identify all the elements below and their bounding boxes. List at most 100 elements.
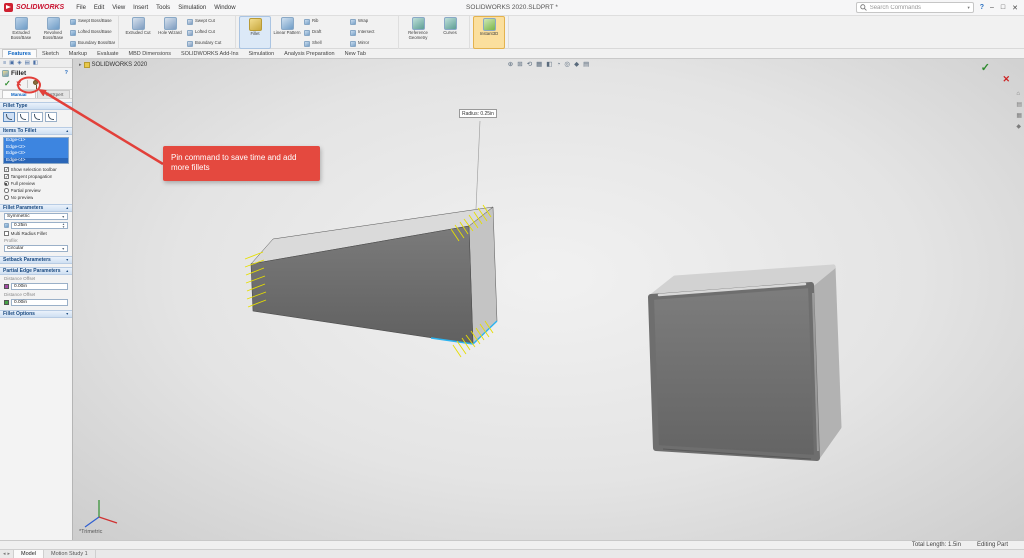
ribbon-button[interactable]: Linear Pattern	[271, 16, 303, 49]
maximize-button[interactable]: □	[1001, 4, 1005, 12]
search-dropdown-icon[interactable]: ▾	[967, 5, 969, 11]
menu-item[interactable]: File	[72, 5, 90, 11]
ribbon-button[interactable]: Draft	[303, 27, 349, 38]
start-offset-input[interactable]: 0.00in	[11, 283, 68, 290]
menu-item[interactable]: View	[108, 5, 129, 11]
command-tab[interactable]: Features	[2, 49, 37, 58]
cancel-button[interactable]: ✕	[16, 80, 22, 88]
multi-radius-checkbox[interactable]	[4, 231, 9, 236]
menu-item[interactable]: Simulation	[174, 5, 210, 11]
spinner-icon[interactable]: ▲▼	[62, 223, 65, 229]
ribbon-button[interactable]: Extruded Boss/Base	[5, 16, 37, 49]
full-preview-radio[interactable]	[4, 181, 9, 186]
model-body-filleted[interactable]	[651, 267, 839, 459]
confirmation-corner-cancel-icon[interactable]: ✕	[1002, 74, 1010, 85]
ribbon-button[interactable]: Mirror	[349, 38, 395, 49]
ribbon-button[interactable]: Swept Boss/Base	[69, 16, 115, 27]
ribbon-button[interactable]: Boundary Boss/Base	[69, 38, 115, 49]
menu-item[interactable]: Insert	[129, 5, 152, 11]
configuration-manager-tab-icon[interactable]: ◈	[17, 60, 21, 66]
variable-size-fillet-button[interactable]	[17, 112, 29, 122]
command-tab[interactable]: Markup	[64, 49, 92, 58]
fillet-method-select[interactable]: Symmetric ▼	[4, 213, 68, 220]
radius-input[interactable]: 0.25in ▲▼	[11, 222, 68, 229]
ribbon-button[interactable]: Shell	[303, 38, 349, 49]
show-selection-toolbar-checkbox[interactable]	[4, 167, 9, 172]
menu-item[interactable]: Window	[210, 5, 239, 11]
menu-item[interactable]: Edit	[90, 5, 108, 11]
ribbon-button[interactable]: Hole Wizard	[154, 16, 186, 49]
graphics-area[interactable]: ▸ SOLIDWORKS 2020 ⊕ ⊞ ⟲ ▦ ◧ ◔ ◎ ◆ ▤	[73, 59, 1024, 540]
bottom-tab[interactable]: Motion Study 1	[44, 550, 96, 558]
ribbon-button[interactable]: Reference Geometry	[402, 16, 434, 49]
tangent-propagation-checkbox[interactable]	[4, 174, 9, 179]
tab-scroll-right-icon[interactable]: ▸	[8, 551, 11, 557]
constant-size-fillet-button[interactable]	[3, 112, 15, 122]
menu-item[interactable]: Tools	[152, 5, 174, 11]
end-offset-input[interactable]: 0.00in	[11, 299, 68, 306]
minimize-button[interactable]: –	[990, 4, 994, 12]
face-fillet-button[interactable]	[31, 112, 43, 122]
section-items-to-fillet[interactable]: Items To Fillet ▲	[0, 127, 72, 135]
radius-callout[interactable]: Radius: 0.25in	[459, 109, 497, 118]
task-pane-design-library-icon[interactable]: ▤	[1016, 101, 1022, 108]
full-round-fillet-button[interactable]	[45, 112, 57, 122]
model-scene[interactable]	[73, 59, 1024, 540]
edit-appearance-icon[interactable]: ◆	[574, 60, 579, 68]
partial-preview-radio[interactable]	[4, 188, 9, 193]
model-body-with-fillet-preview[interactable]	[245, 205, 497, 357]
edge-selection-list[interactable]: Edge<1> Edge<2> Edge<3> Edge<4>	[3, 137, 69, 164]
section-view-icon[interactable]: ▦	[536, 60, 542, 68]
ribbon-button[interactable]: Fillet	[239, 16, 271, 49]
display-manager-tab-icon[interactable]: ◧	[33, 60, 38, 66]
ribbon-button[interactable]: Swept Cut	[186, 16, 232, 27]
pm-help-icon[interactable]: ?	[65, 70, 70, 76]
dimxpert-manager-tab-icon[interactable]: ▤	[25, 60, 30, 66]
command-tab[interactable]: MBD Dimensions	[124, 49, 176, 58]
close-button[interactable]: ✕	[1012, 4, 1018, 12]
previous-view-icon[interactable]: ⟲	[527, 60, 532, 68]
ribbon-button[interactable]: Instant3D	[473, 16, 505, 49]
ribbon-button[interactable]: Boundary Cut	[186, 38, 232, 49]
command-tab[interactable]: Evaluate	[92, 49, 123, 58]
help-icon[interactable]: ?	[980, 4, 984, 11]
featuremanager-tree-tab-icon[interactable]: ≡	[3, 60, 6, 66]
ribbon-button[interactable]: Revolved Boss/Base	[37, 16, 69, 49]
zoom-to-area-icon[interactable]: ⊞	[517, 60, 522, 68]
flyout-feature-tree[interactable]: ▸ SOLIDWORKS 2020	[79, 62, 147, 68]
view-orientation-icon[interactable]: ◧	[546, 60, 552, 68]
bottom-tab[interactable]: Model	[13, 550, 44, 558]
zoom-to-fit-icon[interactable]: ⊕	[508, 60, 513, 68]
ribbon-button[interactable]: Extruded Cut	[122, 16, 154, 49]
profile-select[interactable]: Circular ▼	[4, 245, 68, 252]
ribbon-button[interactable]: Wrap	[349, 16, 395, 27]
command-search-input[interactable]: Search Commands ▾	[856, 2, 974, 13]
edge-list-item[interactable]: Edge<4>	[4, 158, 68, 165]
section-fillet-parameters[interactable]: Fillet Parameters ▲	[0, 204, 72, 212]
display-style-icon[interactable]: ◔	[556, 61, 560, 68]
section-fillet-type[interactable]: Fillet Type ▲	[0, 102, 72, 110]
command-tab[interactable]: Sketch	[37, 49, 64, 58]
apply-scene-icon[interactable]: ▤	[583, 60, 589, 68]
ribbon-button[interactable]: Intersect	[349, 27, 395, 38]
ok-button[interactable]: ✓	[4, 79, 11, 88]
ribbon-button[interactable]: Curves	[434, 16, 466, 49]
confirmation-corner-ok-icon[interactable]: ✓	[981, 61, 990, 74]
section-partial-edge-parameters[interactable]: Partial Edge Parameters ▲	[0, 267, 72, 275]
flyout-expand-icon[interactable]: ▸	[79, 62, 82, 68]
command-tab[interactable]: Simulation	[243, 49, 279, 58]
task-pane-resources-icon[interactable]: ⌂	[1016, 91, 1022, 97]
hide-show-items-icon[interactable]: ◎	[564, 60, 570, 68]
command-tab[interactable]: New Tab	[340, 49, 371, 58]
fillet-mode-tab[interactable]: FilletXpert	[37, 90, 71, 98]
ribbon-button[interactable]: Lofted Cut	[186, 27, 232, 38]
task-pane-file-explorer-icon[interactable]: ▦	[1016, 112, 1022, 119]
command-tab[interactable]: SOLIDWORKS Add-Ins	[176, 49, 243, 58]
fillet-mode-tab[interactable]: Manual	[2, 90, 36, 98]
no-preview-radio[interactable]	[4, 195, 9, 200]
section-setback-parameters[interactable]: Setback Parameters ▼	[0, 256, 72, 264]
section-fillet-options[interactable]: Fillet Options ▼	[0, 310, 72, 318]
task-pane-appearances-icon[interactable]: ◆	[1016, 123, 1022, 130]
tab-scroll-left-icon[interactable]: ◂	[3, 551, 6, 557]
ribbon-button[interactable]: Rib	[303, 16, 349, 27]
